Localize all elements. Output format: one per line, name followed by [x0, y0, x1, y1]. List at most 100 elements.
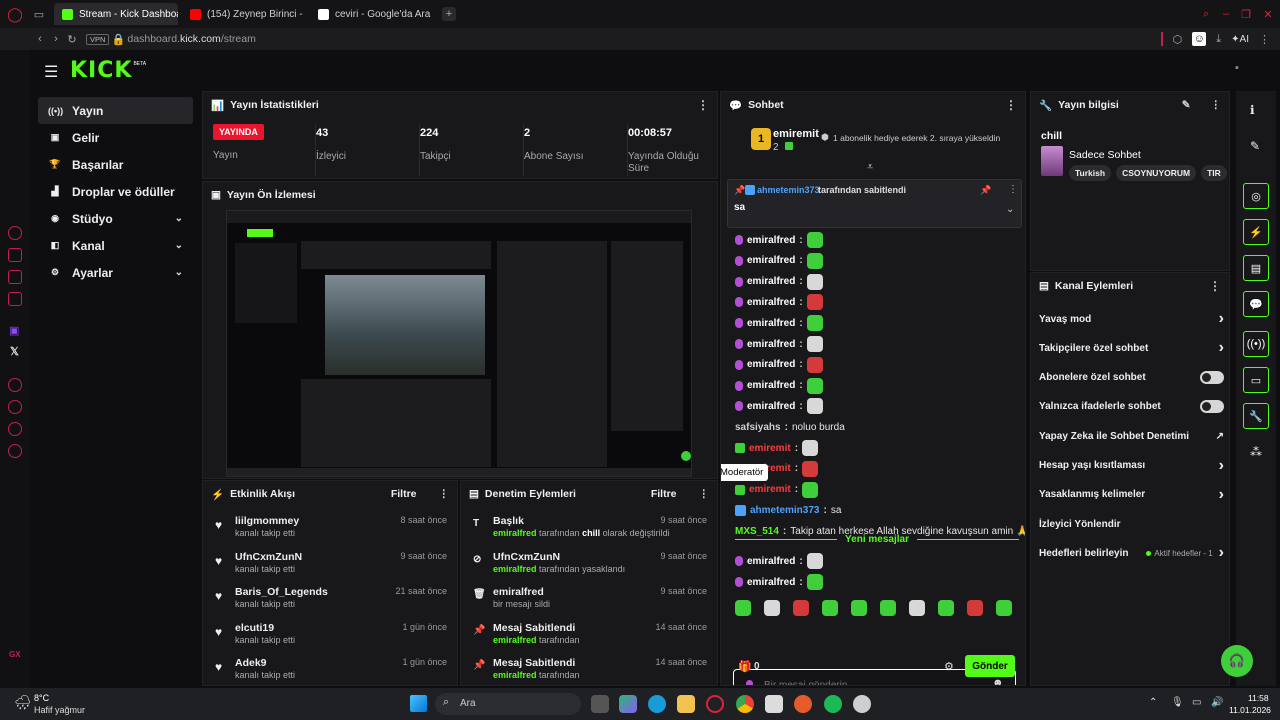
copilot-icon[interactable]: [619, 695, 637, 713]
maximize-icon[interactable]: ❐: [1236, 8, 1256, 21]
hamburger-icon[interactable]: ☰: [44, 62, 58, 82]
explorer-icon[interactable]: [677, 695, 695, 713]
chat-username[interactable]: safsiyahs: [735, 422, 781, 433]
emote-icon[interactable]: [806, 294, 823, 311]
emote-icon[interactable]: [822, 600, 838, 616]
clock-date[interactable]: 11.01.2026: [1229, 705, 1271, 715]
emote-icon[interactable]: [806, 315, 823, 332]
chat-menu-icon[interactable]: ⋮: [1005, 98, 1017, 112]
history-icon[interactable]: [8, 400, 22, 414]
new-tab-icon[interactable]: +: [442, 7, 456, 21]
emote-icon[interactable]: [806, 398, 823, 415]
x-icon[interactable]: 𝕏: [10, 345, 19, 358]
notes-button[interactable]: ▤: [1243, 255, 1269, 281]
edit-info-icon[interactable]: ✎: [1182, 99, 1191, 111]
emote-icon[interactable]: [909, 600, 925, 616]
opera-logo-icon[interactable]: ◯: [0, 6, 30, 23]
channel-action-item[interactable]: Yasaklanmış kelimeler ›: [1039, 481, 1224, 509]
chat-username[interactable]: emiralfred: [747, 577, 795, 588]
stream-tag[interactable]: Turkish: [1069, 165, 1112, 181]
start-icon[interactable]: [410, 695, 427, 712]
chat-message[interactable]: emiralfred:: [735, 230, 823, 250]
layout-button[interactable]: ▭: [1243, 367, 1269, 393]
weather-widget[interactable]: 🌧 8°C Hafif yağmur: [10, 692, 100, 718]
nav-item[interactable]: ▟ Droplar ve ödüller: [38, 178, 193, 205]
chat-username[interactable]: ahmetemin373: [750, 505, 819, 516]
moderation-item[interactable]: 📌 Mesaj Sabitlendi emiralfred tarafından 14…: [461, 651, 717, 685]
emote-icon[interactable]: [735, 600, 751, 616]
chat-message[interactable]: emiralfred:: [735, 572, 823, 592]
gifter-name[interactable]: emiremit: [773, 128, 819, 140]
emote-icon[interactable]: [806, 273, 823, 290]
scroll-down-icon[interactable]: ⩡: [867, 161, 873, 174]
nav-item[interactable]: 🏆 Başarılar: [38, 151, 193, 178]
unpin-icon[interactable]: 📌: [980, 185, 991, 196]
activity-item[interactable]: ♥ liilgmommey kanalı takip etti 8 saat önce: [203, 509, 457, 544]
pinned-message[interactable]: 📌 ahmetemin373 tarafından sabitlendi sa …: [727, 179, 1022, 228]
channel-action-item[interactable]: Hesap yaşı kısıtlaması ›: [1039, 452, 1224, 480]
back-icon[interactable]: ‹: [32, 33, 48, 45]
moderation-item[interactable]: T Başlık emiralfred tarafından chill olara…: [461, 509, 717, 544]
emote-icon[interactable]: [880, 600, 896, 616]
search-tabs-icon[interactable]: ⌕: [1196, 8, 1216, 21]
gx-icon[interactable]: GX: [9, 650, 21, 659]
emote-icon[interactable]: [802, 481, 819, 498]
twitch-icon[interactable]: ▣: [9, 324, 19, 337]
channel-action-item[interactable]: Abonelere özel sohbet: [1039, 364, 1224, 392]
nav-item[interactable]: ((•)) Yayın: [38, 97, 193, 124]
emote-icon[interactable]: [793, 600, 809, 616]
tray-network-icon[interactable]: ▭: [1192, 697, 1201, 708]
chat-message[interactable]: emiremit:: [735, 438, 819, 458]
moderation-item[interactable]: 📌 Mesaj Sabitlendi emiralfred tarafından 14…: [461, 616, 717, 651]
emote-icon[interactable]: [806, 336, 823, 352]
chat-username[interactable]: emiremit: [749, 443, 791, 454]
chat-message[interactable]: emiralfred:: [735, 396, 823, 416]
edge-icon[interactable]: [648, 695, 666, 713]
emote-icon[interactable]: [764, 600, 780, 616]
activity-item[interactable]: ♥ UfnCxmZunN kanalı takip etti 9 saat önce: [203, 545, 457, 580]
stream-info-menu-icon[interactable]: ⋮: [1211, 99, 1222, 111]
moderation-menu-icon[interactable]: ⋮: [699, 488, 710, 500]
emote-icon[interactable]: [806, 356, 823, 373]
lightning-button[interactable]: ⚡: [1243, 219, 1269, 245]
moderation-item[interactable]: 🗑 emiralfred bir mesajı sildi 9 saat önce: [461, 580, 717, 615]
emote-icon[interactable]: [851, 600, 867, 616]
activity-menu-icon[interactable]: ⋮: [439, 488, 450, 500]
chrome-icon[interactable]: [736, 695, 754, 713]
ai-icon[interactable]: ✦ AI: [1231, 34, 1249, 45]
emote-icon[interactable]: [802, 460, 819, 477]
chat-username[interactable]: emiralfred: [747, 235, 795, 246]
channel-action-item[interactable]: Yavaş mod ›: [1039, 305, 1224, 333]
chat-message[interactable]: ahmetemin373: sa: [735, 500, 841, 520]
emote-icon[interactable]: [806, 252, 823, 269]
minimize-icon[interactable]: –: [1216, 8, 1236, 20]
messenger-icon[interactable]: [8, 248, 22, 262]
instagram-icon[interactable]: [8, 270, 22, 284]
emote-icon[interactable]: [996, 600, 1012, 616]
broadcast-button[interactable]: ((•)): [1243, 331, 1269, 357]
emote-icon[interactable]: [802, 440, 819, 456]
browser-tab[interactable]: (154) Zeynep Birinci -: [182, 3, 306, 25]
taskbar-search[interactable]: ⌕ Ara: [435, 693, 581, 715]
close-window-icon[interactable]: ✕: [1256, 8, 1280, 21]
emote-icon[interactable]: [938, 600, 954, 616]
channel-action-item[interactable]: İzleyici Yönlendir: [1039, 510, 1224, 538]
aria-icon[interactable]: [8, 226, 22, 240]
chat-button[interactable]: 💬: [1243, 291, 1269, 317]
points-icon[interactable]: 🎁: [738, 660, 752, 673]
chat-username[interactable]: emiralfred: [747, 401, 795, 412]
url-text[interactable]: dashboard.kick.com/stream: [127, 33, 255, 45]
send-button[interactable]: Gönder: [965, 655, 1015, 677]
toggle-switch[interactable]: [1200, 400, 1224, 414]
pinboard-icon[interactable]: [8, 422, 22, 436]
workspaces-icon[interactable]: ▭: [30, 8, 48, 21]
taskview-icon[interactable]: [591, 695, 609, 713]
activity-item[interactable]: ♥ elcuti19 kanalı takip etti 1 gün önce: [203, 616, 457, 651]
info-icon[interactable]: ℹ: [1250, 103, 1255, 117]
chat-username[interactable]: emiralfred: [747, 318, 795, 329]
emote-icon[interactable]: [967, 600, 983, 616]
pinned-by-user[interactable]: ahmetemin373: [757, 185, 820, 195]
chat-message[interactable]: safsiyahs: noluo burda: [735, 417, 845, 437]
channel-action-item[interactable]: Takipçilere özel sohbet ›: [1039, 334, 1224, 362]
help-button[interactable]: 🎧: [1221, 645, 1253, 677]
